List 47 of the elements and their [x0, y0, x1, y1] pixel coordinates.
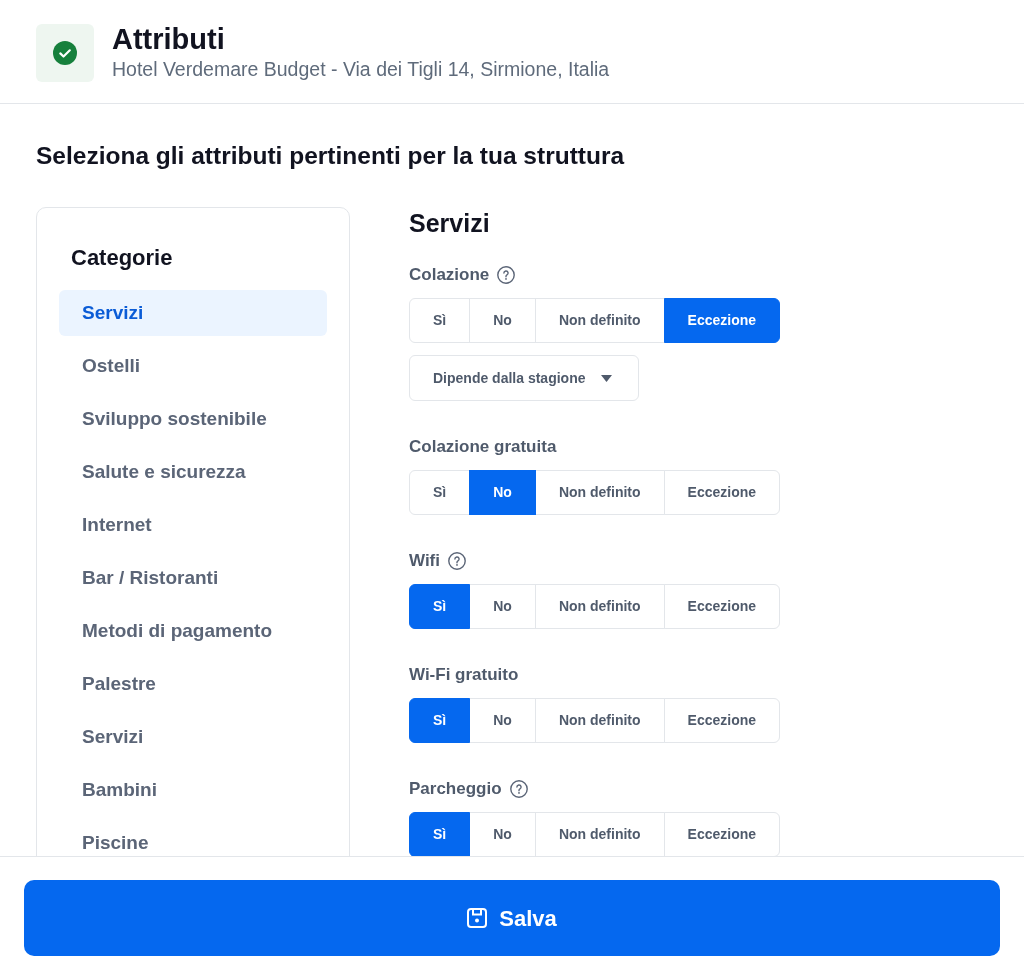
option-button[interactable]: Non definito [534, 298, 665, 343]
help-icon[interactable] [509, 780, 528, 798]
option-button[interactable]: Sì [409, 812, 471, 856]
help-icon[interactable] [448, 552, 466, 570]
option-button[interactable]: No [469, 584, 536, 629]
category-item[interactable]: Bar / Ristoranti [59, 555, 327, 601]
page-title: Attributi [112, 23, 226, 55]
category-item[interactable]: Servizi [59, 290, 327, 336]
option-button[interactable]: Eccezione [663, 698, 781, 743]
option-button[interactable]: Eccezione [663, 584, 781, 629]
check-icon [36, 23, 94, 82]
help-icon[interactable] [497, 266, 516, 284]
category-item[interactable]: Metodi di pagamento [59, 608, 327, 654]
season-dropdown[interactable]: Dipende dalla stagione [409, 355, 639, 401]
category-item[interactable]: Piscine [59, 820, 327, 856]
attribute-label: Wi-Fi gratuito [409, 665, 519, 685]
option-button[interactable]: No [469, 470, 536, 515]
option-button[interactable]: Sì [409, 698, 471, 743]
caret-icon [601, 374, 613, 382]
option-button[interactable]: Eccezione [663, 298, 781, 343]
category-item[interactable]: Salute e sicurezza [59, 449, 327, 495]
page-heading: Seleziona gli attributi pertinenti per la tua struttura [36, 142, 626, 170]
category-item[interactable]: Internet [59, 502, 327, 548]
option-button[interactable]: Sì [409, 298, 471, 343]
category-item[interactable]: Sviluppo sostenibile [59, 396, 327, 442]
save-button[interactable]: Salva [24, 880, 1000, 956]
attribute-label: Parcheggio [409, 779, 502, 799]
panel-title: Categorie [70, 244, 174, 272]
save-icon [467, 908, 488, 928]
option-button[interactable]: Sì [409, 584, 471, 629]
option-button[interactable]: Sì [409, 470, 471, 515]
option-button[interactable]: Non definito [534, 470, 665, 515]
attribute-label: Colazione [409, 265, 490, 285]
option-button[interactable]: No [469, 698, 536, 743]
option-button[interactable]: Eccezione [663, 812, 781, 856]
option-button[interactable]: Non definito [534, 698, 665, 743]
category-item[interactable]: Palestre [59, 661, 327, 707]
option-button[interactable]: Non definito [534, 584, 665, 629]
category-item[interactable]: Servizi [59, 714, 327, 760]
category-item[interactable]: Bambini [59, 767, 327, 813]
option-button[interactable]: No [469, 298, 536, 343]
option-button[interactable]: Eccezione [663, 470, 781, 515]
attribute-label: Colazione gratuita [409, 437, 557, 457]
hotel-address: Hotel Verdemare Budget - Via dei Tigli 14, Sirmione, Italia [112, 57, 610, 82]
attribute-label: Wifi [409, 551, 440, 571]
category-title: Servizi [409, 209, 491, 238]
category-item[interactable]: Ostelli [59, 343, 327, 389]
